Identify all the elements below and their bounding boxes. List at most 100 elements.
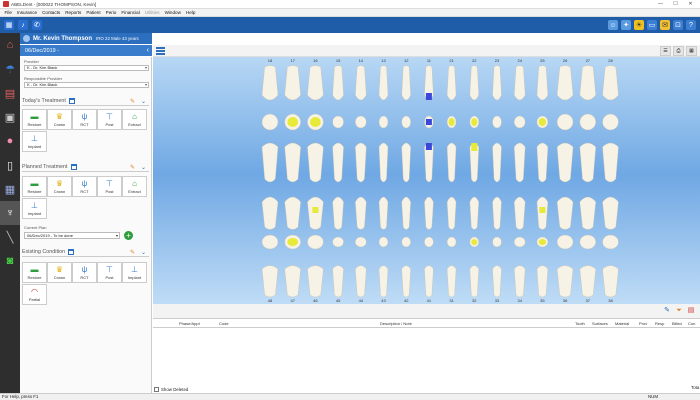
existing-crown-button[interactable]: ♛ Crown <box>47 262 72 283</box>
tooth-41-lingual[interactable] <box>424 196 434 230</box>
tooth-41-buccal[interactable] <box>424 265 434 298</box>
tooth-14-lingual[interactable] <box>355 142 367 183</box>
chevron-down-icon[interactable]: ⌄ <box>141 164 146 171</box>
planned-restore-button[interactable]: ▬ Restore <box>22 176 47 197</box>
menu-financial[interactable]: Financial <box>119 10 142 15</box>
tooth-33-occlusal[interactable] <box>492 236 502 248</box>
existing-partial-button[interactable]: ◠ Partial <box>22 284 47 305</box>
filter-icon[interactable]: ⏷ <box>674 306 684 316</box>
visit-date-bar[interactable]: 06/Dec/2019 - ‹ <box>20 45 152 56</box>
tooth-24-buccal[interactable] <box>513 65 526 101</box>
column-header-description-note[interactable]: Description / Note <box>380 321 412 326</box>
tooth-13-buccal[interactable] <box>378 65 389 101</box>
planned-crown-button[interactable]: ♛ Crown <box>47 176 72 197</box>
tooth-34-occlusal[interactable] <box>514 236 526 248</box>
menu-perio[interactable]: Perio <box>103 10 119 15</box>
tooth-number-35[interactable]: 35 <box>540 298 545 303</box>
tooth-37-lingual[interactable] <box>579 196 597 230</box>
tooth-12-lingual[interactable] <box>401 142 411 183</box>
chevron-left-icon[interactable]: ‹ <box>147 47 149 54</box>
tooth-number-18[interactable]: 18 <box>268 58 273 63</box>
tooth-34-buccal[interactable] <box>513 265 526 298</box>
tooth-45-occlusal[interactable] <box>332 236 344 248</box>
tooth-24-lingual[interactable] <box>513 142 526 183</box>
tooth-27-buccal[interactable] <box>579 65 597 101</box>
provider-select[interactable]: K - Dr. Kim Black ▾ <box>24 65 149 71</box>
tooth-number-45[interactable]: 45 <box>336 298 341 303</box>
export-icon[interactable]: ▤ <box>686 306 696 316</box>
column-header-billed[interactable]: Billed <box>672 321 682 326</box>
column-header-phase-appt[interactable]: Phase/Appt <box>179 321 200 326</box>
planned-implant-button[interactable]: ⊥ Implant <box>22 198 47 219</box>
column-header-con[interactable]: Con <box>688 321 695 326</box>
column-header-prov[interactable]: Prov <box>639 321 647 326</box>
home-icon[interactable]: ⌂ <box>0 33 20 57</box>
add-plan-button[interactable]: + <box>124 231 133 240</box>
show-deleted-toggle[interactable]: Show Deleted <box>154 385 188 393</box>
tooth-number-44[interactable]: 44 <box>359 298 364 303</box>
menu-contacts[interactable]: Contacts <box>40 10 63 15</box>
tooth-number-34[interactable]: 34 <box>517 298 522 303</box>
tooth-28-occlusal[interactable] <box>602 113 619 131</box>
tooth-number-14[interactable]: 14 <box>359 58 364 63</box>
tooth-number-26[interactable]: 26 <box>563 58 568 63</box>
menu-window[interactable]: Window <box>162 10 183 15</box>
toolbar-star-icon[interactable]: ✦ <box>621 20 631 30</box>
tooth-23-occlusal[interactable] <box>492 115 502 129</box>
column-header-code[interactable]: Code <box>219 321 229 326</box>
calculator-icon[interactable]: ▦ <box>0 177 20 201</box>
xray-icon[interactable]: ◙ <box>0 249 20 273</box>
tooth-48-occlusal[interactable] <box>261 234 279 250</box>
tooth-36-buccal[interactable] <box>556 265 574 298</box>
tooth-16-buccal[interactable] <box>307 65 324 101</box>
tooth-33-lingual[interactable] <box>492 196 502 230</box>
tooth-32-buccal[interactable] <box>469 265 480 298</box>
menu-file[interactable]: File <box>2 10 14 15</box>
tooth-number-12[interactable]: 12 <box>404 58 409 63</box>
tooth-number-36[interactable]: 36 <box>563 298 568 303</box>
toolbar-user-icon[interactable]: ☺ <box>608 20 618 30</box>
tooth-number-16[interactable]: 16 <box>313 58 318 63</box>
today-extract-button[interactable]: ⌂ Extract <box>122 109 147 130</box>
tooth-number-42[interactable]: 42 <box>404 298 409 303</box>
responsible-provider-select[interactable]: K - Dr. Kim Black ▾ <box>24 82 149 88</box>
today-restore-button[interactable]: ▬ Restore <box>22 109 47 130</box>
calendar-icon[interactable] <box>70 164 77 170</box>
tooth-26-buccal[interactable] <box>556 65 574 101</box>
close-button[interactable]: ✕ <box>683 0 698 9</box>
column-header-surfaces[interactable]: Surfaces <box>592 321 608 326</box>
today-post-button[interactable]: ⊤ Post <box>97 109 122 130</box>
piggy-bank-icon[interactable]: ● <box>0 129 20 153</box>
toolbar-help-icon[interactable]: ? <box>686 20 696 30</box>
tooth-25-buccal[interactable] <box>536 65 549 101</box>
tooth-number-21[interactable]: 21 <box>449 58 454 63</box>
pencil-icon[interactable]: ✎ <box>130 164 135 171</box>
menu-utilities[interactable]: Utilities <box>142 10 162 15</box>
maximize-button[interactable]: ☐ <box>668 0 683 9</box>
tooth-18-occlusal[interactable] <box>261 113 279 131</box>
print-icon[interactable]: ⎙ <box>673 46 684 56</box>
tooth-number-32[interactable]: 32 <box>472 298 477 303</box>
tooth-47-lingual[interactable] <box>284 196 301 230</box>
tooth-25-lingual[interactable] <box>536 142 549 183</box>
tooth-12-buccal[interactable] <box>401 65 411 101</box>
tooth-43-buccal[interactable] <box>378 265 389 298</box>
menu-help[interactable]: Help <box>183 10 197 15</box>
tooth-number-22[interactable]: 22 <box>472 58 477 63</box>
calendar-icon[interactable] <box>68 98 75 104</box>
tooth-number-48[interactable]: 48 <box>268 298 273 303</box>
tooth-number-31[interactable]: 31 <box>449 298 454 303</box>
tooth-number-38[interactable]: 38 <box>608 298 613 303</box>
tooth-27-occlusal[interactable] <box>579 113 596 131</box>
tooth-number-27[interactable]: 27 <box>586 58 591 63</box>
tooth-34-lingual[interactable] <box>513 196 526 230</box>
tooth-number-23[interactable]: 23 <box>495 58 500 63</box>
tooth-14-occlusal[interactable] <box>355 115 367 129</box>
pencil-icon[interactable]: ✎ <box>130 249 135 256</box>
pencil-icon[interactable]: ✎ <box>662 306 672 316</box>
tooth-28-buccal[interactable] <box>602 65 619 101</box>
column-header-tooth[interactable]: Tooth <box>575 321 585 326</box>
tooth-47-buccal[interactable] <box>284 265 301 298</box>
tooth-18-lingual[interactable] <box>261 142 279 183</box>
document-icon[interactable]: ▯ <box>0 153 20 177</box>
